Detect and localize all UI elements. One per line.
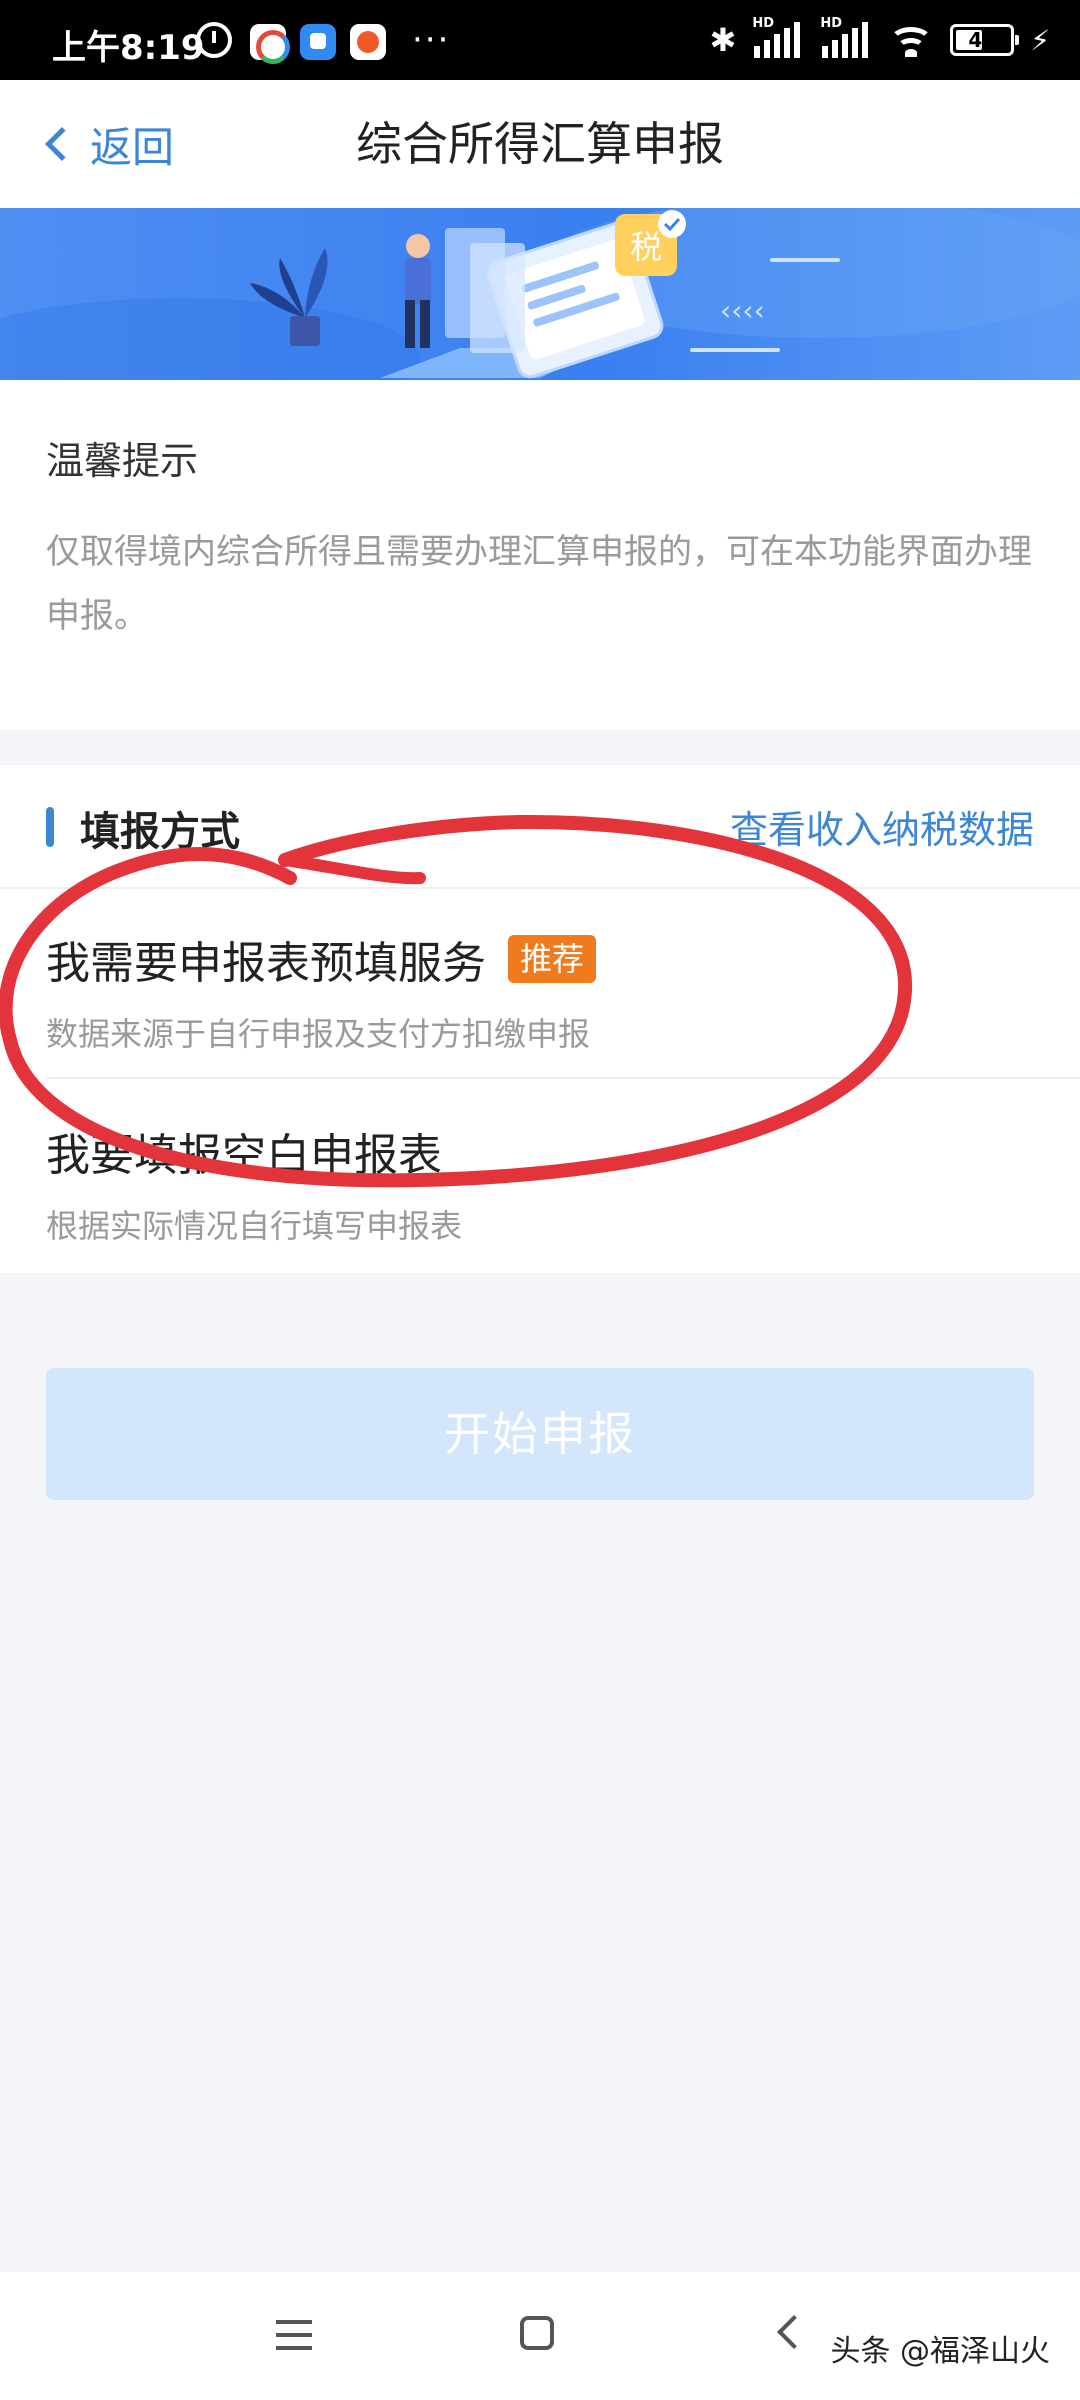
cellular-signal-icon: HD [820,16,872,60]
nav-bar: 返回 综合所得汇算申报 [0,80,1080,208]
section-header: 填报方式 查看收入纳税数据 [0,765,1080,889]
battery-percent: 44 [968,28,997,52]
cellular-signal-icon: HD [752,16,804,60]
filing-method-section: 填报方式 查看收入纳税数据 我需要申报表预填服务 推荐 数据来源于自行申报及支付… [0,765,1080,1273]
home-icon[interactable] [520,2316,554,2350]
back-nav-icon[interactable] [777,2315,811,2349]
more-notifications-icon: ··· [412,20,451,60]
app-notification-icon [300,24,336,60]
hd-label: HD [752,16,774,31]
section-title: 填报方式 [80,809,240,855]
option-title: 我要填报空白申报表 [46,1130,442,1181]
watermark: 头条 @福泽山火 [830,2334,1050,2369]
alarm-icon [196,22,232,58]
view-income-tax-data-link[interactable]: 查看收入纳税数据 [730,799,1034,854]
menu-icon[interactable] [276,2320,312,2352]
section-accent-bar [46,807,54,847]
notice-title: 温馨提示 [46,439,199,483]
app-notification-icon [250,24,290,64]
svg-text:‹‹‹‹: ‹‹‹‹ [720,294,765,327]
person-icon [405,234,431,348]
tax-badge-text: 税 [630,228,662,266]
option-subtitle: 根据实际情况自行填写申报表 [46,1207,463,1245]
bluetooth-icon: ✱ [709,21,737,59]
option-blank-form[interactable]: 我要填报空白申报表 根据实际情况自行填写申报表 [46,1081,1080,1271]
status-time: 上午8:19 [52,28,205,68]
charging-icon: ⚡ [1030,23,1050,57]
page-title: 综合所得汇算申报 [356,117,724,171]
tax-filing-illustration: 税 ‹‹‹‹ [0,208,1080,380]
battery-icon: 44 [950,24,1020,56]
wifi-icon [888,23,934,57]
status-bar: 上午8:19 ··· ✱ HD HD 44 ⚡ [0,0,1080,80]
app-notification-icon [350,24,386,60]
option-title: 我需要申报表预填服务 [46,938,486,989]
notice-card: 温馨提示 仅取得境内综合所得且需要办理汇算申报的，可在本功能界面办理申报。 [0,380,1080,730]
banner-illustration: 税 ‹‹‹‹ [0,208,1080,380]
notice-text: 仅取得境内综合所得且需要办理汇算申报的，可在本功能界面办理申报。 [46,532,1032,636]
option-prefilled-form[interactable]: 我需要申报表预填服务 推荐 数据来源于自行申报及支付方扣缴申报 [46,889,1080,1079]
start-filing-button[interactable]: 开始申报 [46,1368,1034,1500]
option-subtitle: 数据来源于自行申报及支付方扣缴申报 [46,1015,591,1053]
recommended-badge: 推荐 [508,935,597,983]
hd-label: HD [820,16,842,31]
